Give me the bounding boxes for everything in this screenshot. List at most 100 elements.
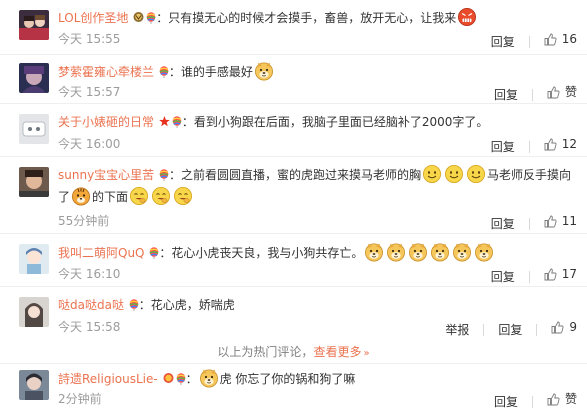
- avatar[interactable]: [19, 10, 49, 40]
- angry-face-emoji: [457, 7, 477, 27]
- like-button[interactable]: 16: [544, 31, 577, 47]
- comment-item: sunny宝宝心里苦 ：之前看圆圆直播，蜜的虎跑过来摸马老师的胸 马老师反手摸向了…: [0, 157, 587, 234]
- like-button[interactable]: 赞: [547, 84, 577, 100]
- avatar[interactable]: [19, 370, 49, 400]
- comment-time: 今天 16:00: [58, 137, 121, 151]
- doge-emoji: [408, 242, 428, 262]
- comment-time: 2分钟前: [58, 392, 102, 406]
- red-star-icon[interactable]: [159, 114, 170, 127]
- divider: [483, 323, 485, 336]
- like-count: 12: [561, 137, 577, 151]
- username-link[interactable]: 詩遗ReligiousLie-: [58, 372, 158, 386]
- giggle-emoji: [173, 186, 193, 206]
- comment-line: LOL创作圣地 ：只有摸无心的时候才会摸手，畜兽，放开无心，让我来: [58, 7, 577, 28]
- thumbs-up-icon: [547, 86, 560, 98]
- comment-line: 我叫二萌阿QuQ ：花心小虎丧天良，我与小狗共存亡。: [58, 242, 577, 263]
- vip-medal-icon[interactable]: [133, 10, 144, 23]
- doge-emoji: [474, 242, 494, 262]
- reply-button[interactable]: 回复: [494, 394, 518, 410]
- double-chevron-right-icon[interactable]: »: [363, 348, 369, 359]
- doge-emoji: [199, 368, 219, 388]
- comment-actions: 回复 赞: [494, 391, 577, 410]
- avatar[interactable]: [19, 63, 49, 93]
- rainbow-balloon-icon[interactable]: [146, 10, 157, 25]
- rainbow-balloon-icon[interactable]: [175, 371, 186, 386]
- reply-button[interactable]: 回复: [494, 87, 518, 103]
- divider: [528, 140, 530, 153]
- thumbs-up-icon: [551, 321, 564, 333]
- separator: ：: [181, 115, 194, 129]
- like-count: 赞: [564, 85, 577, 99]
- comment-actions: 回复 11: [491, 213, 577, 232]
- comment-line: 梦萦霍雍心牵楼兰 ：谁的手感最好: [58, 61, 577, 82]
- comment-text: 的下面: [92, 190, 129, 204]
- doge-emoji: [430, 242, 450, 262]
- comment-time: 今天 15:58: [58, 320, 121, 334]
- reply-button[interactable]: 回复: [491, 139, 515, 155]
- like-count: 9: [569, 320, 577, 334]
- like-count: 赞: [564, 392, 577, 406]
- divider: [528, 270, 530, 283]
- comment-text: 只有摸无心的时候才会摸手，畜兽，放开无心，让我来: [168, 11, 457, 25]
- doge-emoji: [452, 242, 472, 262]
- rainbow-balloon-icon[interactable]: [149, 245, 160, 260]
- separator: ：: [168, 65, 181, 79]
- hot-comments-footer: 以上为热门评论，查看更多»: [0, 341, 587, 363]
- view-more-link[interactable]: 查看更多: [313, 345, 361, 359]
- like-count: 16: [561, 32, 577, 46]
- comment-line: sunny宝宝心里苦 ：之前看圆圆直播，蜜的虎跑过来摸马老师的胸 马老师反手摸向了…: [58, 164, 577, 208]
- comment-actions: 回复 16: [491, 31, 577, 50]
- comment-item: 哒da哒da哒 ：花心虎，娇喘虎 今天 15:58 举报 回复 9: [0, 287, 587, 341]
- thumbs-up-icon: [544, 268, 557, 280]
- reply-button[interactable]: 回复: [491, 216, 515, 232]
- giggle-emoji: [129, 186, 149, 206]
- comment-text: 花心虎，娇喘虎: [150, 298, 235, 312]
- avatar[interactable]: [19, 244, 49, 274]
- rainbow-balloon-icon[interactable]: [158, 166, 170, 182]
- comment-item: LOL创作圣地 ：只有摸无心的时候才会摸手，畜兽，放开无心，让我来 今天 15:…: [0, 0, 587, 55]
- separator: ：: [169, 168, 182, 182]
- like-button[interactable]: 11: [544, 213, 577, 229]
- comment-actions: 回复 12: [491, 136, 577, 155]
- like-button[interactable]: 赞: [547, 391, 577, 407]
- like-button[interactable]: 17: [544, 266, 577, 282]
- reply-button[interactable]: 回复: [491, 269, 515, 285]
- like-button[interactable]: 12: [544, 136, 577, 152]
- giggle-emoji: [151, 186, 171, 206]
- avatar[interactable]: [19, 167, 49, 197]
- separator: ：: [156, 11, 169, 25]
- username-link[interactable]: LOL创作圣地: [58, 11, 128, 25]
- rainbow-balloon-icon[interactable]: [171, 114, 182, 129]
- comment-text: 看到小狗跟在后面，我脑子里面已经脑补了2000字了。: [193, 115, 489, 129]
- comment-line: 詩遗ReligiousLie- ： 虎 你忘了你的锅和狗了嘛: [58, 368, 577, 389]
- username-link[interactable]: 关于小婊砸的日常: [58, 115, 154, 129]
- username-link[interactable]: 梦萦霍雍心牵楼兰: [58, 65, 154, 79]
- reply-button[interactable]: 回复: [491, 34, 515, 50]
- divider: [536, 323, 538, 336]
- username-link[interactable]: 我叫二萌阿QuQ: [58, 246, 145, 260]
- separator: ：: [159, 246, 172, 260]
- avatar[interactable]: [19, 297, 49, 327]
- like-count: 17: [561, 267, 577, 281]
- doge-emoji: [386, 242, 406, 262]
- rainbow-balloon-icon[interactable]: [128, 297, 139, 312]
- vip-medal-icon[interactable]: [163, 371, 174, 384]
- rainbow-balloon-icon[interactable]: [158, 64, 169, 79]
- username-link[interactable]: 哒da哒da哒: [58, 298, 124, 312]
- comment-text: 之前看圆圆直播，蜜的虎跑过来摸马老师的胸: [181, 168, 422, 182]
- comment-line: 哒da哒da哒 ：花心虎，娇喘虎: [58, 295, 577, 315]
- username-link[interactable]: sunny宝宝心里苦: [58, 168, 154, 182]
- smile-emoji: [422, 164, 442, 184]
- comment-text: 虎 你忘了你的锅和狗了嘛: [219, 372, 356, 386]
- like-button[interactable]: 9: [551, 319, 577, 335]
- reply-button[interactable]: 回复: [498, 322, 522, 338]
- avatar[interactable]: [19, 114, 49, 144]
- comment-item: 梦萦霍雍心牵楼兰 ：谁的手感最好 今天 15:57 回复 赞: [0, 55, 587, 104]
- comment-actions: 回复 赞: [494, 84, 577, 103]
- smile-emoji: [466, 164, 486, 184]
- tiger-emoji: [71, 186, 91, 206]
- doge-emoji: [364, 242, 384, 262]
- thumbs-up-icon: [544, 215, 557, 227]
- report-button[interactable]: 举报: [445, 322, 469, 338]
- hot-comments-label: 以上为热门评论，: [217, 345, 314, 359]
